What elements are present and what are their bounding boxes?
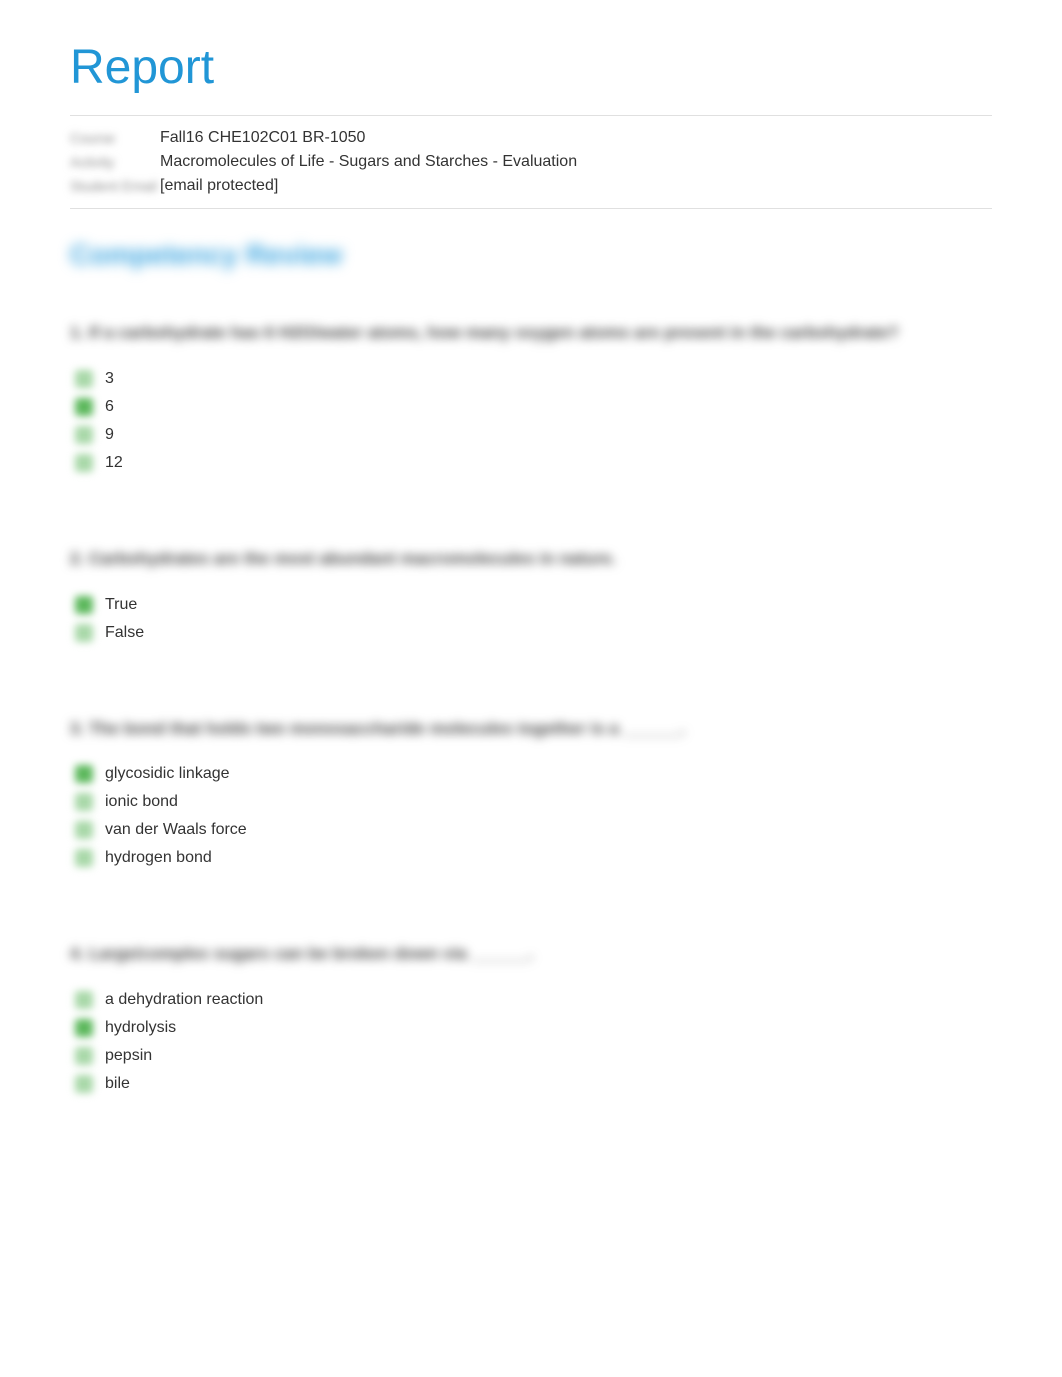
meta-label: Student Email — [70, 178, 160, 194]
option-text: van der Waals force — [105, 821, 247, 839]
option-checkbox[interactable] — [75, 821, 93, 839]
option-text: bile — [105, 1075, 130, 1093]
option-text: 6 — [105, 398, 114, 416]
option-text: 9 — [105, 426, 114, 444]
option-row[interactable]: van der Waals force — [75, 816, 992, 844]
option-checkbox[interactable] — [75, 793, 93, 811]
option-row[interactable]: hydrogen bond — [75, 844, 992, 872]
option-text: glycosidic linkage — [105, 765, 230, 783]
option-text: a dehydration reaction — [105, 991, 263, 1009]
meta-value-activity: Macromolecules of Life - Sugars and Star… — [160, 153, 577, 171]
option-row[interactable]: 6 — [75, 393, 992, 421]
option-row[interactable]: 9 — [75, 421, 992, 449]
option-checkbox[interactable] — [75, 849, 93, 867]
option-row[interactable]: a dehydration reaction — [75, 986, 992, 1014]
question-text: 3. The bond that holds two monosaccharid… — [70, 717, 992, 741]
meta-section: Course Fall16 CHE102C01 BR-1050 Activity… — [70, 115, 992, 209]
option-checkbox[interactable] — [75, 1019, 93, 1037]
meta-row-email: Student Email [email protected] — [70, 174, 992, 198]
option-row[interactable]: True — [75, 591, 992, 619]
questions-container: 1. If a carbohydrate has 6 H2O/water ato… — [70, 321, 992, 1098]
option-row[interactable]: False — [75, 619, 992, 647]
option-row[interactable]: bile — [75, 1070, 992, 1098]
meta-label: Course — [70, 130, 160, 146]
option-row[interactable]: hydrolysis — [75, 1014, 992, 1042]
question-text: 1. If a carbohydrate has 6 H2O/water ato… — [70, 321, 992, 345]
option-text: ionic bond — [105, 793, 178, 811]
page-title: Report — [70, 40, 992, 95]
option-text: False — [105, 624, 144, 642]
question-block: 2. Carbohydrates are the most abundant m… — [70, 547, 992, 647]
option-checkbox[interactable] — [75, 1075, 93, 1093]
meta-label: Activity — [70, 154, 160, 170]
option-checkbox[interactable] — [75, 1047, 93, 1065]
option-checkbox[interactable] — [75, 991, 93, 1009]
option-text: hydrolysis — [105, 1019, 176, 1037]
option-row[interactable]: glycosidic linkage — [75, 760, 992, 788]
option-checkbox[interactable] — [75, 624, 93, 642]
section-header: Competency Review — [70, 239, 992, 271]
question-text: 4. Large/complex sugars can be broken do… — [70, 942, 992, 966]
question-block: 3. The bond that holds two monosaccharid… — [70, 717, 992, 873]
question-block: 1. If a carbohydrate has 6 H2O/water ato… — [70, 321, 992, 477]
option-checkbox[interactable] — [75, 426, 93, 444]
meta-value-course: Fall16 CHE102C01 BR-1050 — [160, 129, 365, 147]
option-row[interactable]: pepsin — [75, 1042, 992, 1070]
option-text: 3 — [105, 370, 114, 388]
option-checkbox[interactable] — [75, 454, 93, 472]
option-checkbox[interactable] — [75, 370, 93, 388]
option-row[interactable]: ionic bond — [75, 788, 992, 816]
question-text: 2. Carbohydrates are the most abundant m… — [70, 547, 992, 571]
option-text: pepsin — [105, 1047, 152, 1065]
option-row[interactable]: 3 — [75, 365, 992, 393]
option-row[interactable]: 12 — [75, 449, 992, 477]
option-text: True — [105, 596, 137, 614]
meta-row-activity: Activity Macromolecules of Life - Sugars… — [70, 150, 992, 174]
meta-value-email: [email protected] — [160, 177, 278, 195]
option-checkbox[interactable] — [75, 596, 93, 614]
option-text: hydrogen bond — [105, 849, 212, 867]
meta-row-course: Course Fall16 CHE102C01 BR-1050 — [70, 126, 992, 150]
option-text: 12 — [105, 454, 123, 472]
question-block: 4. Large/complex sugars can be broken do… — [70, 942, 992, 1098]
option-checkbox[interactable] — [75, 398, 93, 416]
option-checkbox[interactable] — [75, 765, 93, 783]
